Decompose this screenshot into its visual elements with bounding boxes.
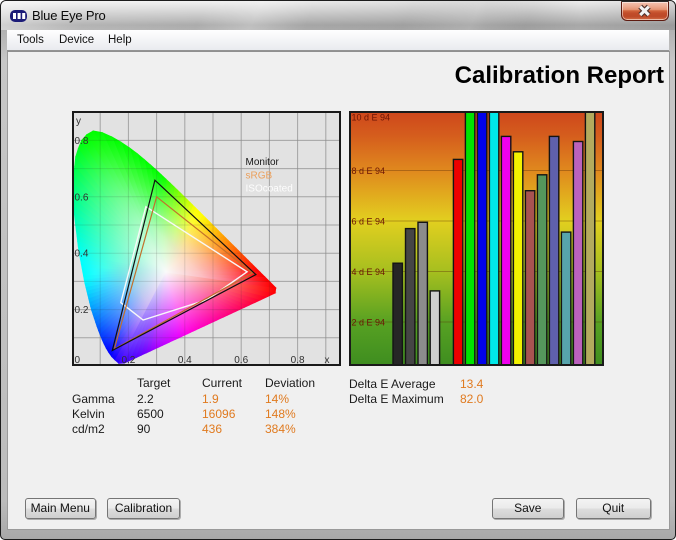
svg-text:0.6: 0.6 [75, 192, 89, 203]
svg-text:0.2: 0.2 [75, 305, 89, 316]
svg-text:2 d E 94: 2 d E 94 [352, 318, 386, 328]
svg-text:4 d E 94: 4 d E 94 [352, 267, 386, 277]
svg-text:0.8: 0.8 [75, 136, 89, 147]
svg-text:10 d E 94: 10 d E 94 [352, 113, 391, 123]
svg-text:Monitor: Monitor [246, 157, 280, 168]
svg-text:0.4: 0.4 [75, 249, 89, 260]
svg-text:y: y [76, 116, 81, 127]
svg-text:sRGB: sRGB [246, 171, 273, 182]
svg-text:ISOcoated: ISOcoated [246, 184, 293, 195]
svg-text:8 d E 94: 8 d E 94 [352, 166, 386, 176]
svg-text:6 d E 94: 6 d E 94 [352, 217, 386, 227]
